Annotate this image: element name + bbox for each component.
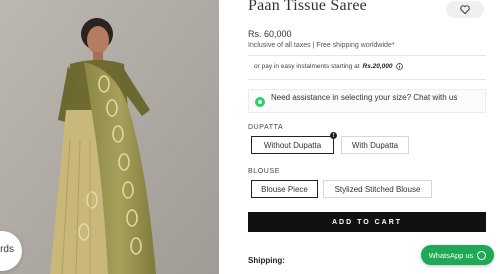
wishlist-button[interactable] xyxy=(446,1,484,18)
info-icon[interactable] xyxy=(395,63,403,70)
carousel-peek-text: rds xyxy=(0,244,14,255)
blouse-label: BLOUSE xyxy=(248,168,280,175)
divider xyxy=(248,79,486,80)
heart-icon xyxy=(460,5,470,14)
product-price: Rs. 60,000 xyxy=(248,29,292,39)
whatsapp-chat-button[interactable]: WhatsApp us xyxy=(421,245,494,265)
tax-note: Inclusive of all taxes | Free shipping w… xyxy=(248,42,395,49)
emi-line: or pay in easy instalments starting at R… xyxy=(254,63,403,70)
product-title: Paan Tissue Saree xyxy=(248,0,367,14)
whatsapp-icon xyxy=(255,97,265,107)
option-stylized-stitched-blouse[interactable]: Stylized Stitched Blouse xyxy=(323,180,432,198)
dupatta-label: DUPATTA xyxy=(248,124,284,131)
assistance-text: Need assistance in selecting your size? … xyxy=(271,93,458,102)
add-to-cart-button[interactable]: ADD TO CART xyxy=(248,212,486,232)
emi-amount: Rs.20,000 xyxy=(362,63,393,70)
size-assistance-link[interactable]: Need assistance in selecting your size? … xyxy=(248,89,486,113)
saree-model-illustration xyxy=(0,0,219,274)
product-image[interactable]: rds xyxy=(0,0,219,274)
option-blouse-piece[interactable]: Blouse Piece xyxy=(251,180,318,198)
divider xyxy=(248,55,486,56)
shipping-heading: Shipping: xyxy=(248,256,285,265)
whatsapp-label: WhatsApp us xyxy=(428,250,474,260)
whatsapp-icon xyxy=(477,250,487,260)
info-icon: ! xyxy=(330,132,337,139)
option-without-dupatta[interactable]: Without Dupatta xyxy=(251,136,334,154)
emi-prefix: or pay in easy instalments starting at xyxy=(254,63,360,70)
option-with-dupatta[interactable]: With Dupatta xyxy=(341,136,409,154)
